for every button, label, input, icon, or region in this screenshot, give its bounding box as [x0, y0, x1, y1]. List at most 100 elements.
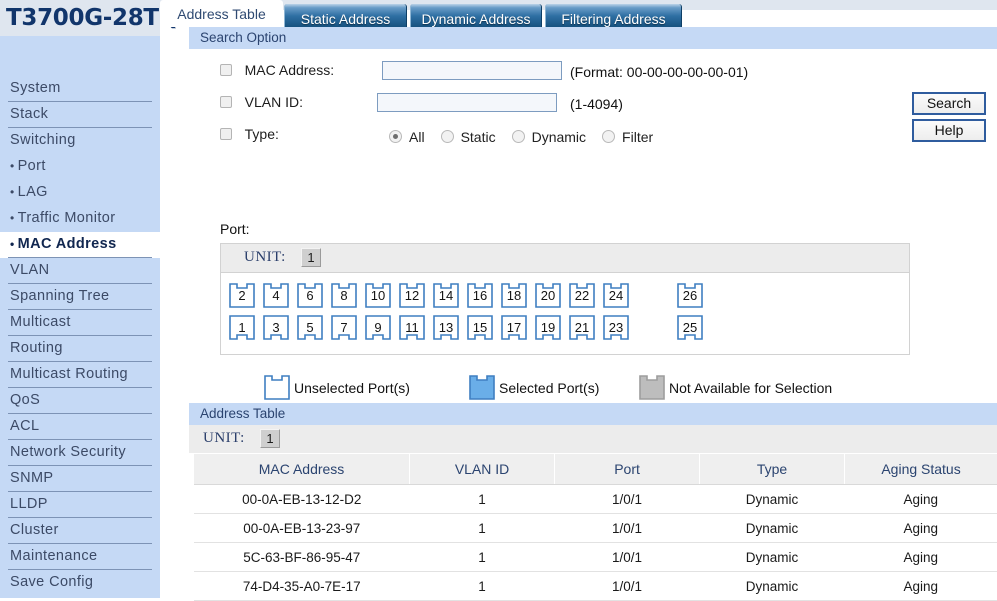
port-6[interactable]: 6 [297, 283, 323, 308]
port-number: 3 [272, 320, 280, 335]
sidebar-item-label: Maintenance [10, 548, 98, 564]
port-number: 26 [682, 288, 698, 303]
legend-item-unselected: Unselected Port(s) [264, 375, 410, 405]
port-24[interactable]: 24 [603, 283, 629, 308]
table-row[interactable]: 74-D4-35-A0-7E-17 1 1/0/1 Dynamic Aging [194, 571, 997, 601]
port-legend: Unselected Port(s) Selected Port(s) Not Av… [264, 375, 964, 405]
port-12[interactable]: 12 [399, 283, 425, 308]
port-unit-bar: UNIT: 1 [221, 244, 909, 273]
port-11[interactable]: 11 [399, 315, 425, 340]
port-20[interactable]: 20 [535, 283, 561, 308]
type-radio-group: All Static Dynamic Filter [389, 128, 669, 145]
sidebar-item-acl[interactable]: ACL [0, 414, 160, 440]
table-row[interactable]: 5C-63-BF-86-95-47 1 1/0/1 Dynamic Aging [194, 542, 997, 572]
cell-type: Dynamic [699, 542, 845, 572]
table-body: 00-0A-EB-13-12-D2 1 1/0/1 Dynamic Aging 00-0A… [194, 484, 997, 601]
sidebar-item-system[interactable]: System [0, 76, 160, 102]
port-22[interactable]: 22 [569, 283, 595, 308]
type-radio-all[interactable] [389, 130, 402, 144]
search-option-heading: Search Option [189, 27, 997, 49]
sidebar-item-multicast-routing[interactable]: Multicast Routing [0, 362, 160, 388]
port-23[interactable]: 23 [603, 315, 629, 340]
sidebar-item-mac-address[interactable]: • MAC Address [0, 232, 160, 258]
port-2[interactable]: 2 [229, 283, 255, 308]
sidebar-item-network-security[interactable]: Network Security [0, 440, 160, 466]
sidebar-item-stack[interactable]: Stack [0, 102, 160, 128]
port-7[interactable]: 7 [331, 315, 357, 340]
port-25[interactable]: 25 [677, 315, 703, 340]
port-16[interactable]: 16 [467, 283, 493, 308]
sidebar-item-spanning-tree[interactable]: Spanning Tree [0, 284, 160, 310]
port-17[interactable]: 17 [501, 315, 527, 340]
sidebar-item-routing[interactable]: Routing [0, 336, 160, 362]
legend-label: Unselected Port(s) [294, 379, 410, 396]
vlan-id-checkbox[interactable] [220, 95, 232, 108]
port-26[interactable]: 26 [677, 283, 703, 308]
port-9[interactable]: 9 [365, 315, 391, 340]
table-row[interactable]: 00-0A-EB-13-23-97 1 1/0/1 Dynamic Aging [194, 513, 997, 543]
sidebar-item-port[interactable]: • Port [0, 154, 160, 180]
port-19[interactable]: 19 [535, 315, 561, 340]
vlan-id-row: VLAN ID: [220, 93, 303, 119]
sidebar-item-cluster[interactable]: Cluster [0, 518, 160, 544]
type-radio-static[interactable] [440, 130, 454, 144]
vlan-id-label: VLAN ID: [244, 93, 303, 110]
type-checkbox[interactable] [220, 127, 232, 140]
type-radio-filter[interactable] [602, 130, 616, 144]
sidebar-item-label: Multicast Routing [10, 366, 129, 382]
help-button[interactable]: Help [912, 119, 986, 142]
sidebar-item-label: Network Security [10, 444, 126, 460]
port-10[interactable]: 10 [365, 283, 391, 308]
vlan-id-input[interactable] [377, 93, 557, 112]
sidebar-item-label: Spanning Tree [10, 288, 110, 304]
table-row[interactable]: 00-0A-EB-13-12-D2 1 1/0/1 Dynamic Aging [194, 484, 997, 514]
bullet-icon: • [10, 211, 15, 225]
sidebar-item-maintenance[interactable]: Maintenance [0, 544, 160, 570]
cell-port: 1/0/1 [554, 484, 700, 514]
search-option-body: MAC Address: (Format: 00-00-00-00-00-01)… [189, 49, 997, 194]
port-number: 12 [404, 288, 420, 303]
sidebar-item-traffic-monitor[interactable]: • Traffic Monitor [0, 206, 160, 232]
column-header-port: Port [554, 454, 701, 485]
port-number: 17 [506, 320, 522, 335]
port-13[interactable]: 13 [433, 315, 459, 340]
port-1[interactable]: 1 [229, 315, 255, 340]
tab-filtering-address[interactable]: Filtering Address [545, 4, 682, 27]
port-3[interactable]: 3 [263, 315, 289, 340]
tab-dynamic-address[interactable]: Dynamic Address [410, 4, 542, 27]
tab-static-address[interactable]: Static Address [284, 4, 407, 27]
cell-aging-status: Aging [844, 542, 997, 572]
sidebar-item-switching[interactable]: Switching [0, 128, 160, 154]
mac-address-input[interactable] [382, 61, 562, 80]
cell-aging-status: Aging [844, 484, 997, 514]
port-5[interactable]: 5 [297, 315, 323, 340]
type-radio-dynamic[interactable] [511, 130, 525, 144]
port-number: 6 [306, 288, 314, 303]
sidebar-item-vlan[interactable]: VLAN [0, 258, 160, 284]
port-18[interactable]: 18 [501, 283, 527, 308]
sidebar-item-save-config[interactable]: Save Config [0, 570, 160, 596]
sidebar-item-multicast[interactable]: Multicast [0, 310, 160, 336]
type-radio-label-dynamic: Dynamic [531, 128, 587, 145]
mac-address-checkbox[interactable] [220, 63, 232, 76]
sidebar-item-qos[interactable]: QoS [0, 388, 160, 414]
sidebar-item-label: Save Config [10, 574, 94, 590]
search-button[interactable]: Search [912, 92, 986, 115]
port-selection-panel: UNIT: 1 2 4 6 8 10 12 14 16 18 20 22 24 26 1 3 5 7 9 11 13 1… [220, 243, 910, 355]
tab-address-table[interactable]: Address Table [160, 0, 283, 27]
port-14[interactable]: 14 [433, 283, 459, 308]
port-unit-value[interactable]: 1 [301, 248, 321, 267]
port-15[interactable]: 15 [467, 315, 493, 340]
sidebar-item-snmp[interactable]: SNMP [0, 466, 160, 492]
column-header-aging-status: Aging Status [844, 454, 997, 485]
port-21[interactable]: 21 [569, 315, 595, 340]
sidebar-item-label: LAG [17, 184, 48, 200]
port-4[interactable]: 4 [263, 283, 289, 308]
sidebar-item-lag[interactable]: • LAG [0, 180, 160, 206]
port-8[interactable]: 8 [331, 283, 357, 308]
column-header-type: Type [699, 454, 846, 485]
cell-type: Dynamic [699, 484, 845, 514]
port-section-label: Port: [220, 221, 250, 237]
address-table-unit-value[interactable]: 1 [260, 429, 280, 448]
sidebar-item-lldp[interactable]: LLDP [0, 492, 160, 518]
